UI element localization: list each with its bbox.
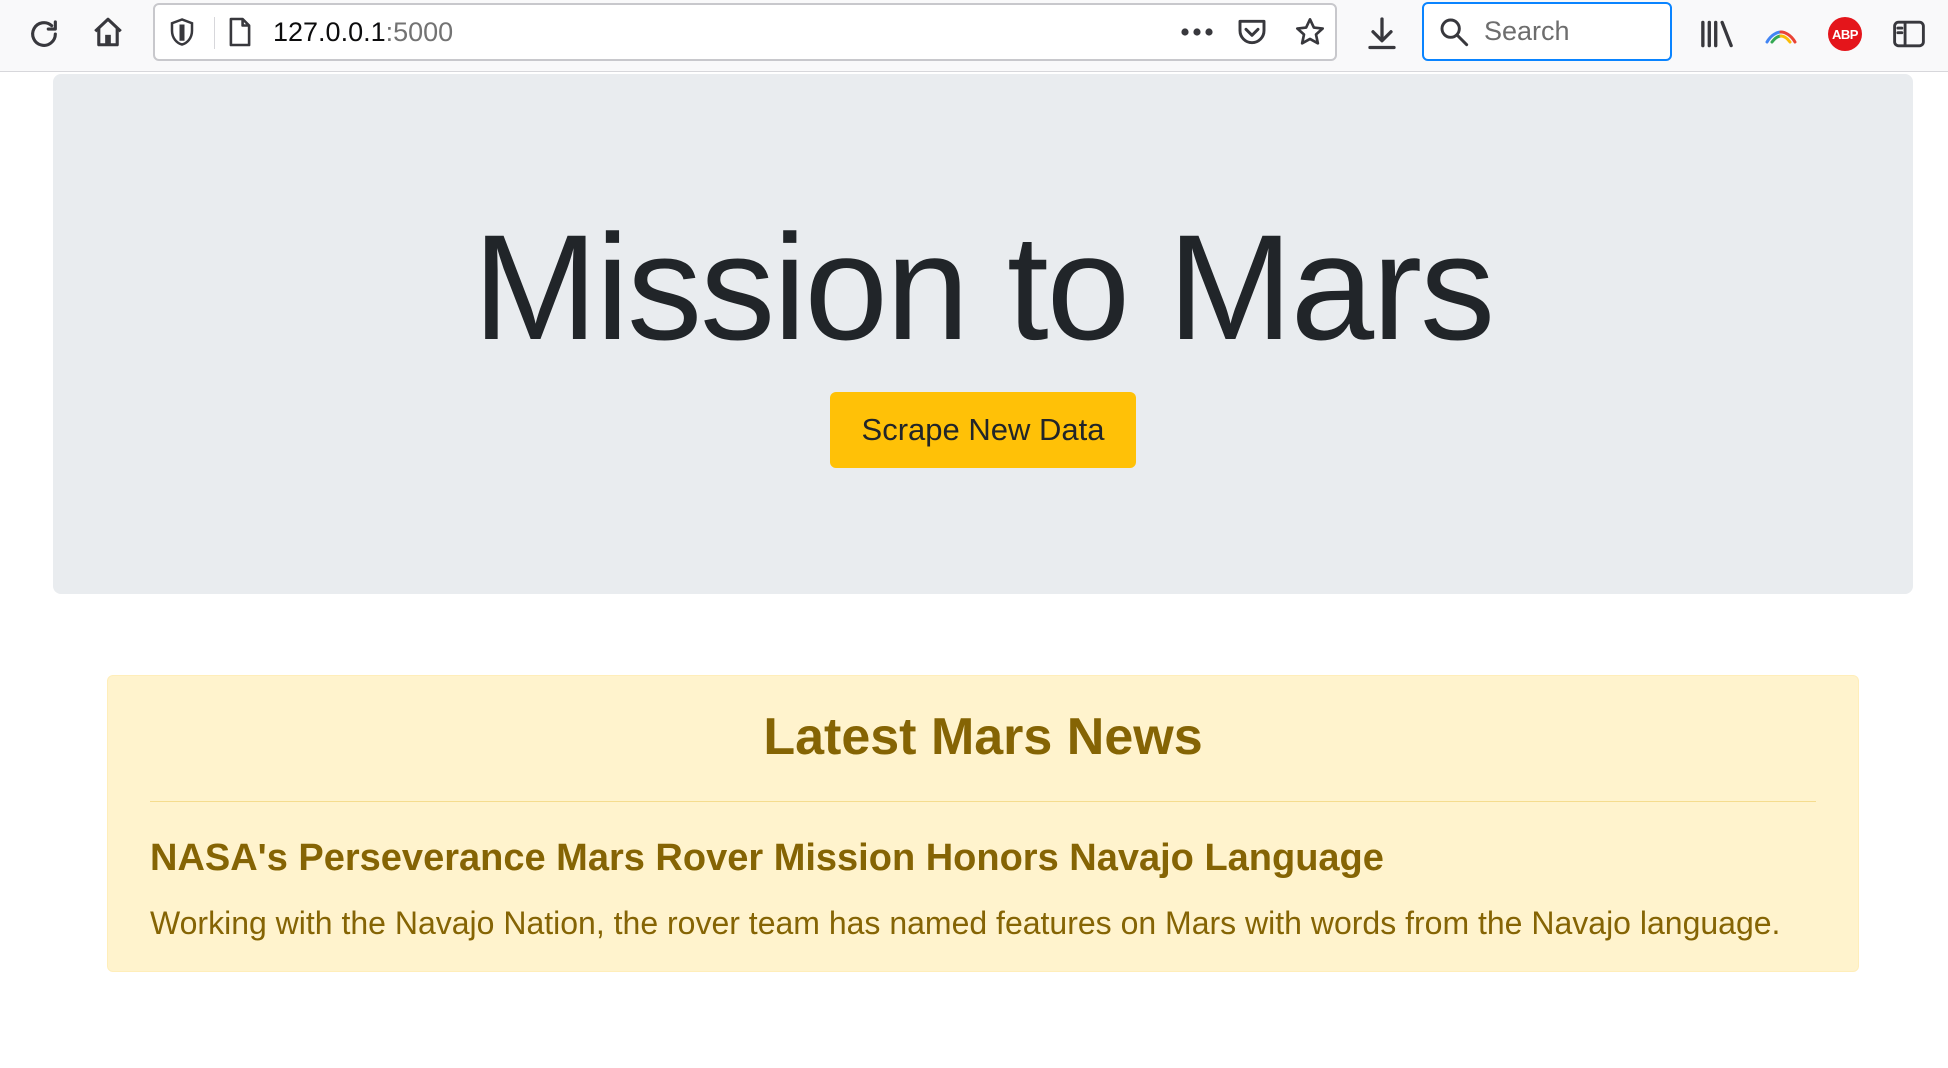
url-bar[interactable]: 127.0.0.1:5000 <box>153 3 1337 61</box>
url-port: :5000 <box>385 17 454 47</box>
url-bar-separator <box>214 17 215 49</box>
adblock-icon[interactable]: ABP <box>1825 14 1865 54</box>
pocket-icon[interactable] <box>1233 14 1271 50</box>
download-icon[interactable] <box>1362 12 1402 56</box>
search-placeholder: Search <box>1484 16 1570 46</box>
mars-news-panel: Latest Mars News NASA's Perseverance Mar… <box>107 675 1859 972</box>
news-section-heading: Latest Mars News <box>763 708 1203 766</box>
page-icon[interactable] <box>223 15 257 49</box>
star-icon[interactable] <box>1291 13 1329 51</box>
scrape-new-data-button[interactable]: Scrape New Data <box>830 392 1136 468</box>
news-article-teaser: Working with the Navajo Nation, the rove… <box>150 905 1781 941</box>
url-host: 127.0.0.1 <box>273 17 386 47</box>
news-divider <box>150 801 1816 802</box>
more-dots-icon[interactable] <box>1177 15 1217 49</box>
url-text[interactable]: 127.0.0.1:5000 <box>273 5 453 59</box>
search-input[interactable]: Search <box>1422 2 1672 61</box>
browser-toolbar: 127.0.0.1:5000 Search ABP <box>0 0 1948 72</box>
sidebar-icon[interactable] <box>1888 14 1930 54</box>
shield-icon[interactable] <box>165 15 199 49</box>
rainbow-arc-icon[interactable] <box>1760 18 1802 52</box>
hero-jumbotron: Mission to Mars Scrape New Data <box>53 74 1913 594</box>
news-article-title: NASA's Perseverance Mars Rover Mission H… <box>150 837 1384 879</box>
library-icon[interactable] <box>1696 14 1738 54</box>
adblock-badge: ABP <box>1828 17 1862 51</box>
search-icon <box>1436 14 1472 50</box>
reload-icon[interactable] <box>24 14 64 54</box>
page-title: Mission to Mars <box>472 203 1495 371</box>
home-icon[interactable] <box>88 12 128 52</box>
